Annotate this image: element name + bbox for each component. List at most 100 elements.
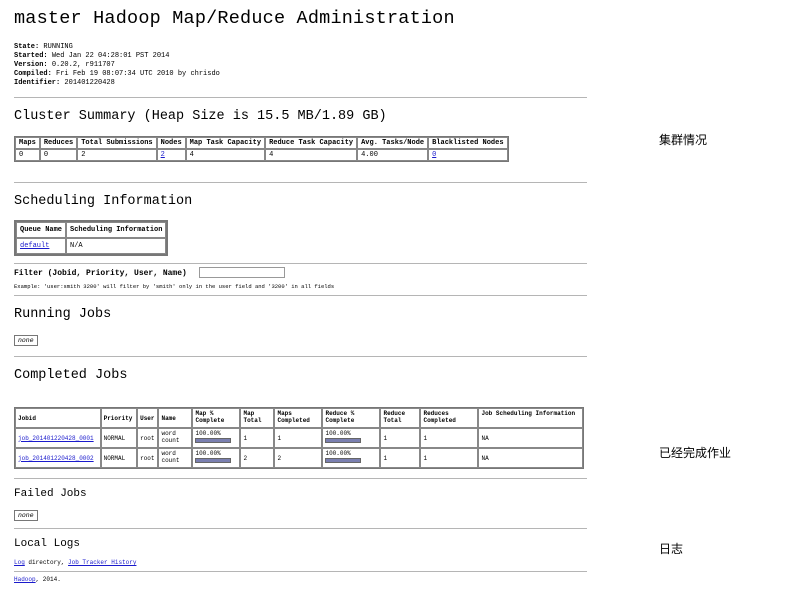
cell-name: word count — [158, 428, 193, 448]
jobtracker-info: State: RUNNING Started: Wed Jan 22 04:28… — [14, 43, 220, 88]
cell-name: word count — [158, 448, 193, 468]
cell-reduces: 0 — [39, 149, 78, 161]
cell-maps-completed: 1 — [274, 428, 323, 448]
job-link[interactable]: job_201401220428_0001 — [18, 435, 94, 442]
cell-reduce-total: 1 — [380, 448, 421, 468]
cluster-summary-table: Maps Reduces Total Submissions Nodes Map… — [14, 136, 509, 162]
info-state: State: RUNNING — [14, 43, 73, 51]
cell-job-scheduling-info: NA — [478, 428, 583, 448]
map-progress-bar — [195, 438, 232, 443]
col-scheduling-information: Scheduling Information — [66, 222, 167, 238]
table-header-row: Maps Reduces Total Submissions Nodes Map… — [15, 137, 508, 149]
cell-map-task-capacity: 4 — [185, 149, 266, 161]
local-logs-links: Log directory, Job Tracker History — [14, 559, 136, 566]
annotation-logs: 日志 — [659, 542, 684, 556]
cell-map-total: 2 — [240, 448, 275, 468]
info-version: Version: 0.20.2, r911707 — [14, 61, 115, 69]
col-priority: Priority — [100, 408, 138, 428]
cell-map-total: 1 — [240, 428, 275, 448]
job-link[interactable]: job_201401220428_0002 — [18, 455, 94, 462]
col-map-task-capacity: Map Task Capacity — [185, 137, 266, 149]
map-progress-bar — [195, 458, 232, 463]
divider — [14, 571, 587, 572]
col-nodes: Nodes — [156, 137, 186, 149]
info-started: Started: Wed Jan 22 04:28:01 PST 2014 — [14, 52, 170, 60]
cell-queue-name: default — [16, 238, 67, 254]
log-directory-text: directory, — [24, 559, 69, 566]
running-jobs-none: none — [14, 335, 38, 346]
col-reduce-total: Reduce Total — [380, 408, 421, 428]
cell-avg-tasks-node: 4.00 — [357, 149, 429, 161]
page-title: master Hadoop Map/Reduce Administration — [14, 8, 455, 29]
divider — [14, 97, 587, 98]
reduce-progress-bar — [325, 438, 362, 443]
cell-job-scheduling-info: NA — [478, 448, 583, 468]
filter-label: Filter (Jobid, Priority, User, Name) — [14, 269, 187, 278]
col-queue-name: Queue Name — [16, 222, 67, 238]
footer: Hadoop, 2014. — [14, 576, 61, 583]
divider — [14, 528, 587, 529]
completed-jobs-heading: Completed Jobs — [14, 368, 128, 383]
local-logs-heading: Local Logs — [14, 538, 81, 550]
table-row: 0 0 2 2 4 4 4.00 0 — [15, 149, 508, 161]
cell-jobid: job_201401220428_0001 — [15, 428, 101, 448]
cell-jobid: job_201401220428_0002 — [15, 448, 101, 468]
cell-reduces-completed: 1 — [420, 448, 479, 468]
cell-user: root — [137, 428, 159, 448]
cell-user: root — [137, 448, 159, 468]
failed-jobs-none: none — [14, 510, 38, 521]
cell-maps-completed: 2 — [274, 448, 323, 468]
cell-map-complete: 100.00% — [192, 448, 241, 468]
cell-reduce-complete: 100.00% — [322, 448, 381, 468]
table-row: default N/A — [16, 238, 167, 254]
cell-scheduling-info: N/A — [66, 238, 167, 254]
footer-text: , 2014. — [35, 576, 61, 583]
map-percent: 100.00% — [195, 430, 221, 437]
cell-reduce-total: 1 — [380, 428, 421, 448]
col-blacklisted-nodes: Blacklisted Nodes — [428, 137, 508, 149]
col-avg-tasks-node: Avg. Tasks/Node — [357, 137, 429, 149]
col-map-complete: Map % Complete — [192, 408, 241, 428]
col-maps: Maps — [15, 137, 40, 149]
scheduling-table: Queue Name Scheduling Information defaul… — [14, 220, 169, 256]
log-directory-link[interactable]: Log — [14, 559, 25, 566]
reduce-progress-bar — [325, 458, 362, 463]
cell-total-submissions: 2 — [77, 149, 157, 161]
divider — [14, 478, 587, 479]
cell-priority: NORMAL — [100, 428, 138, 448]
nodes-link[interactable]: 2 — [161, 151, 165, 159]
col-job-scheduling-info: Job Scheduling Information — [478, 408, 583, 428]
cell-reduce-complete: 100.00% — [322, 428, 381, 448]
table-row: job_201401220428_0001 NORMAL root word c… — [15, 428, 583, 448]
queue-default-link[interactable]: default — [20, 242, 49, 250]
completed-jobs-table: Jobid Priority User Name Map % Complete … — [14, 407, 584, 469]
cell-reduces-completed: 1 — [420, 428, 479, 448]
cell-blacklisted-nodes: 0 — [428, 149, 508, 161]
col-name: Name — [158, 408, 193, 428]
annotation-cluster: 集群情况 — [659, 133, 708, 147]
hadoop-link[interactable]: Hadoop — [14, 576, 36, 583]
table-row: job_201401220428_0002 NORMAL root word c… — [15, 448, 583, 468]
filter-example: Example: 'user:smith 3200' will filter b… — [14, 283, 335, 290]
cell-reduce-task-capacity: 4 — [265, 149, 358, 161]
cell-maps: 0 — [15, 149, 40, 161]
reduce-percent: 100.00% — [325, 430, 351, 437]
col-reduces: Reduces — [39, 137, 78, 149]
map-percent: 100.00% — [195, 450, 221, 457]
divider — [14, 295, 587, 296]
running-jobs-heading: Running Jobs — [14, 307, 112, 322]
info-compiled: Compiled: Fri Feb 19 08:07:34 UTC 2010 b… — [14, 70, 220, 78]
filter-input[interactable] — [199, 267, 285, 278]
col-reduce-task-capacity: Reduce Task Capacity — [265, 137, 358, 149]
col-maps-completed: Maps Completed — [274, 408, 323, 428]
col-reduces-completed: Reduces Completed — [420, 408, 479, 428]
filter-row: Filter (Jobid, Priority, User, Name) — [14, 267, 285, 278]
col-total-submissions: Total Submissions — [77, 137, 157, 149]
table-header-row: Jobid Priority User Name Map % Complete … — [15, 408, 583, 428]
cell-nodes: 2 — [156, 149, 186, 161]
annotation-completed-jobs: 已经完成作业 — [659, 446, 732, 460]
cell-map-complete: 100.00% — [192, 428, 241, 448]
blacklisted-nodes-link[interactable]: 0 — [432, 151, 436, 159]
col-reduce-complete: Reduce % Complete — [322, 408, 381, 428]
job-tracker-history-link[interactable]: Job Tracker History — [68, 559, 136, 566]
